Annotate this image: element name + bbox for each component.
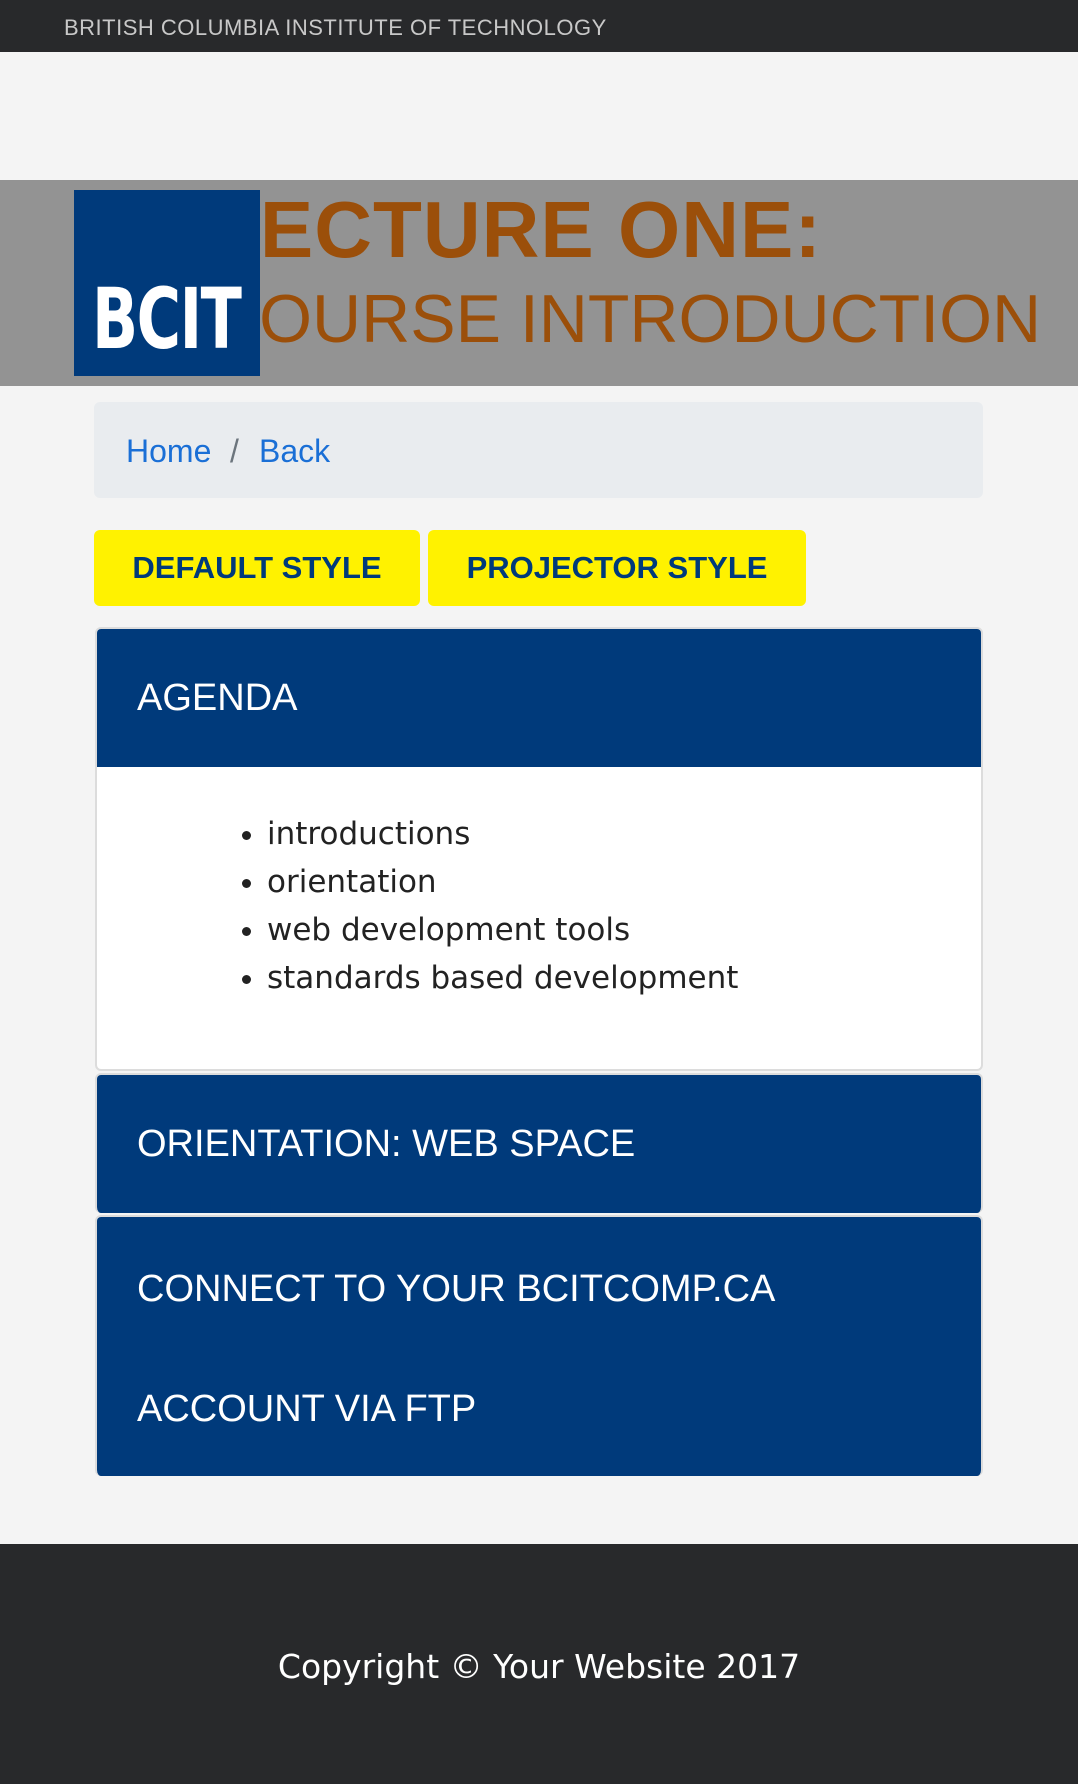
agenda-item: standards based development bbox=[267, 954, 981, 1002]
connect-card-header[interactable]: CONNECT TO YOUR BCITCOMP.CA ACCOUNT VIA … bbox=[97, 1217, 981, 1476]
orientation-card-header[interactable]: ORIENTATION: WEB SPACE bbox=[97, 1075, 981, 1213]
page-footer: Copyright © Your Website 2017 bbox=[0, 1544, 1078, 1784]
agenda-card-body: introductions orientation web developmen… bbox=[97, 767, 981, 1002]
projector-style-button[interactable]: PROJECTOR STYLE bbox=[428, 530, 806, 606]
agenda-item: orientation bbox=[267, 858, 981, 906]
breadcrumb-back-link[interactable]: Back bbox=[259, 433, 330, 470]
institution-name: BRITISH COLUMBIA INSTITUTE OF TECHNOLOGY bbox=[64, 15, 607, 40]
orientation-card: ORIENTATION: WEB SPACE bbox=[95, 1073, 983, 1213]
top-bar: BRITISH COLUMBIA INSTITUTE OF TECHNOLOGY bbox=[0, 0, 1078, 52]
breadcrumb: Home / Back bbox=[94, 402, 983, 498]
breadcrumb-separator: / bbox=[230, 433, 239, 469]
agenda-item: web development tools bbox=[267, 906, 981, 954]
copyright-text: Copyright © Your Website 2017 bbox=[277, 1647, 801, 1686]
connect-card: CONNECT TO YOUR BCITCOMP.CA ACCOUNT VIA … bbox=[95, 1215, 983, 1476]
connect-title-line2: ACCOUNT VIA FTP bbox=[137, 1388, 477, 1430]
banner-title: LECTURE ONE: bbox=[210, 185, 822, 274]
breadcrumb-home-link[interactable]: Home bbox=[126, 433, 211, 470]
bcit-logo[interactable]: BCIT bbox=[74, 190, 260, 376]
agenda-card-header[interactable]: AGENDA bbox=[97, 629, 981, 767]
agenda-item: introductions bbox=[267, 810, 981, 858]
logo-text: BCIT bbox=[92, 270, 242, 368]
default-style-button[interactable]: DEFAULT STYLE bbox=[94, 530, 420, 606]
banner-subtitle: COURSE INTRODUCTION bbox=[210, 281, 1042, 357]
agenda-list: introductions orientation web developmen… bbox=[267, 810, 981, 1002]
connect-title-line1: CONNECT TO YOUR BCITCOMP.CA bbox=[137, 1268, 776, 1310]
agenda-card: AGENDA introductions orientation web dev… bbox=[95, 627, 983, 1071]
